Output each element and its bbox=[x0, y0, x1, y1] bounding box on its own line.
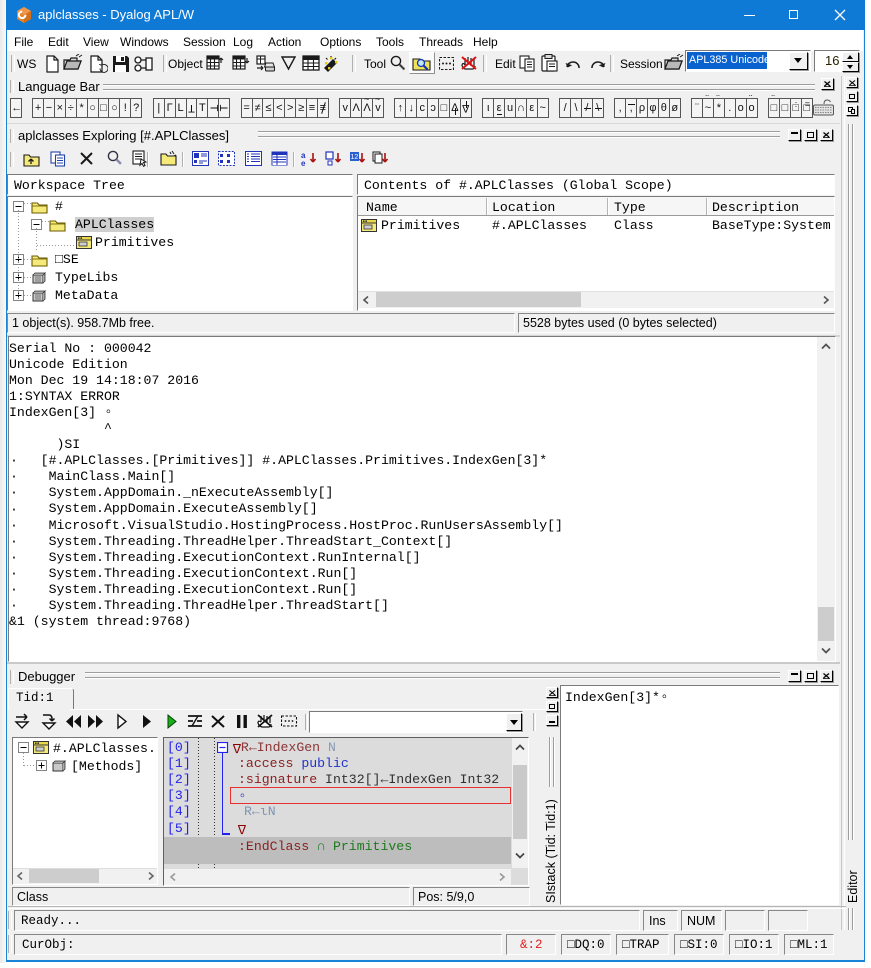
svg-text:12: 12 bbox=[351, 154, 359, 161]
svg-text:e: e bbox=[301, 159, 306, 167]
